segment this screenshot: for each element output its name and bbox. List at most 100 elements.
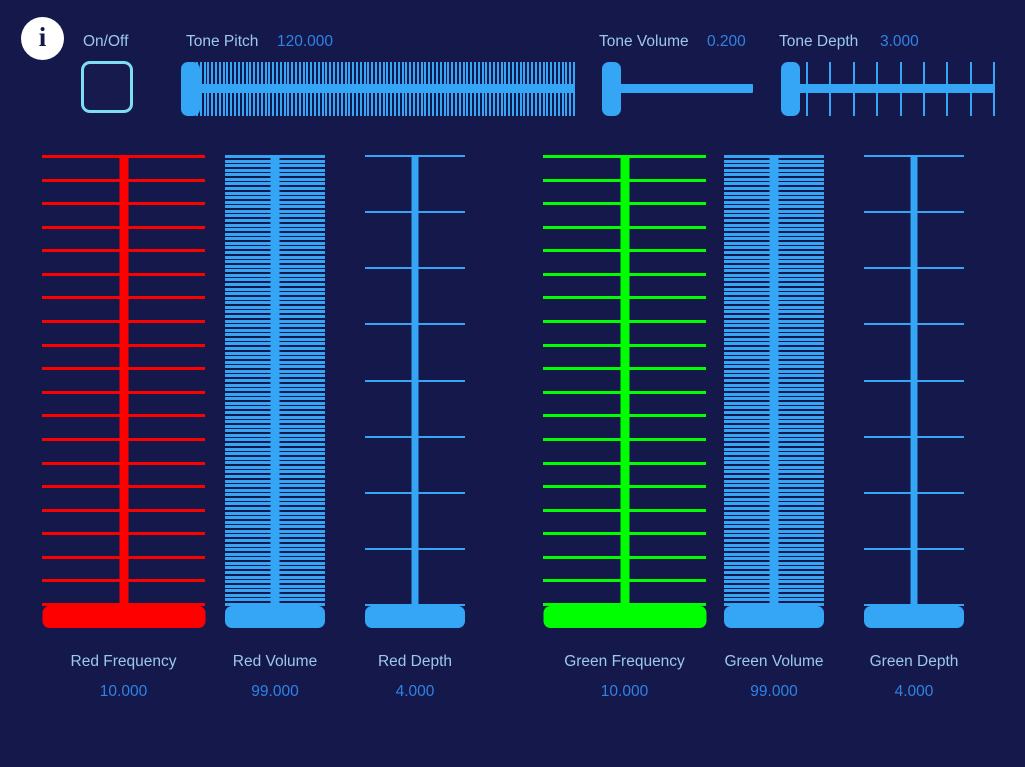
tick-mark <box>225 164 325 168</box>
tick-mark <box>724 379 824 382</box>
tick-mark <box>724 397 824 401</box>
tick-mark <box>225 369 325 373</box>
tick-mark <box>337 62 339 116</box>
tick-mark <box>225 296 325 300</box>
tick-mark <box>42 461 205 465</box>
tick-mark <box>225 539 325 542</box>
tick-mark <box>225 529 325 533</box>
red-depth-handle[interactable] <box>365 606 465 628</box>
tick-mark <box>225 315 325 318</box>
tick-mark <box>993 62 995 116</box>
red-volume-label: Red Volume <box>232 653 318 670</box>
tick-mark <box>724 219 824 222</box>
red-frequency-value: 10.000 <box>99 683 148 700</box>
tick-mark <box>365 267 465 270</box>
tick-mark <box>225 228 325 232</box>
green-frequency-ticks <box>543 155 706 606</box>
green-volume-slider[interactable]: Green Volume 99.000 <box>724 0 824 720</box>
tick-mark <box>724 191 824 195</box>
tick-mark <box>864 155 964 157</box>
tick-mark <box>225 246 325 250</box>
tick-mark <box>724 365 824 369</box>
tick-mark <box>520 62 522 116</box>
tick-mark <box>333 62 335 116</box>
tick-mark <box>225 155 325 158</box>
tick-mark <box>724 342 824 346</box>
tick-mark <box>225 168 325 172</box>
tick-mark <box>489 62 491 116</box>
tick-mark <box>225 488 325 492</box>
tick-mark <box>724 287 824 291</box>
tick-mark <box>724 433 824 437</box>
tick-mark <box>225 511 325 515</box>
tick-mark <box>724 470 824 474</box>
tick-mark <box>724 429 824 433</box>
tick-mark <box>225 196 325 200</box>
red-volume-slider[interactable]: Red Volume 99.000 <box>225 0 325 720</box>
tick-mark <box>225 324 325 328</box>
tick-mark <box>543 320 706 324</box>
tick-mark <box>225 337 325 341</box>
red-volume-handle[interactable] <box>225 606 325 628</box>
green-depth-handle[interactable] <box>864 606 964 628</box>
tick-mark <box>724 159 824 163</box>
tick-mark <box>42 414 205 418</box>
tick-mark <box>864 211 964 214</box>
tick-mark <box>724 237 824 241</box>
tick-mark <box>508 62 510 116</box>
tick-mark <box>724 251 824 254</box>
tick-mark <box>724 301 824 305</box>
tick-mark <box>543 225 706 229</box>
tick-mark <box>466 62 468 116</box>
tick-mark <box>512 62 514 116</box>
tick-mark <box>225 589 325 593</box>
tick-mark <box>225 401 325 405</box>
tick-mark <box>724 337 824 341</box>
tick-mark <box>724 475 824 478</box>
tick-mark <box>225 411 325 414</box>
green-depth-slider[interactable]: Green Depth 4.000 <box>864 0 964 720</box>
tick-mark <box>543 414 706 418</box>
tick-mark <box>42 155 205 158</box>
tick-mark <box>724 557 824 561</box>
tick-mark <box>724 283 824 286</box>
tick-mark <box>225 283 325 286</box>
red-frequency-handle[interactable] <box>42 606 205 628</box>
tick-mark <box>225 420 325 424</box>
tick-mark <box>724 347 824 350</box>
tick-mark <box>724 420 824 424</box>
tick-mark <box>365 379 465 382</box>
tick-mark <box>225 502 325 506</box>
red-depth-slider[interactable]: Red Depth 4.000 <box>365 0 465 720</box>
tick-mark <box>724 507 824 510</box>
tick-mark <box>724 173 824 177</box>
tick-mark <box>325 62 327 116</box>
tick-mark <box>225 443 325 446</box>
tick-mark <box>225 438 325 442</box>
tick-mark <box>724 406 824 410</box>
green-volume-handle[interactable] <box>724 606 824 628</box>
tick-mark <box>225 319 325 323</box>
green-volume-ticks <box>724 155 824 606</box>
tick-mark <box>724 273 824 277</box>
tick-mark <box>225 465 325 469</box>
tick-mark <box>724 456 824 460</box>
tick-mark <box>724 333 824 337</box>
tick-mark <box>42 249 205 253</box>
tick-mark <box>724 315 824 318</box>
tick-mark <box>724 164 824 168</box>
tick-mark <box>225 351 325 355</box>
tick-mark <box>219 62 221 116</box>
tick-mark <box>225 292 325 296</box>
red-frequency-slider[interactable]: Red Frequency 10.000 <box>42 0 205 720</box>
green-frequency-slider[interactable]: Green Frequency 10.000 <box>543 0 706 720</box>
green-frequency-handle[interactable] <box>543 606 706 628</box>
tick-mark <box>531 62 533 116</box>
tick-mark <box>225 406 325 410</box>
tick-mark <box>225 177 325 181</box>
tick-mark <box>225 584 325 588</box>
tick-mark <box>42 225 205 229</box>
tick-mark <box>225 187 325 190</box>
tick-mark <box>724 534 824 538</box>
tick-mark <box>225 424 325 428</box>
